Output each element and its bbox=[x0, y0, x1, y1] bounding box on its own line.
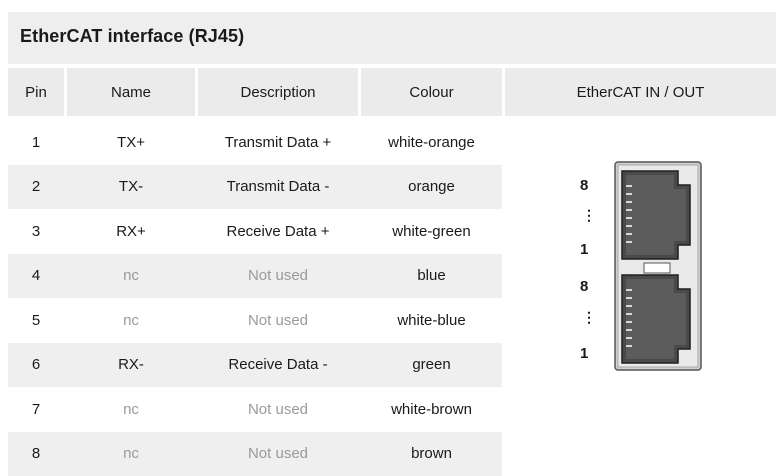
cell-name: nc bbox=[123, 311, 139, 329]
cell-pin: 5 bbox=[31, 311, 41, 329]
lower-port-pin-8-label: 8 bbox=[580, 278, 589, 295]
header-description: Description bbox=[198, 68, 358, 116]
cell-description: Not used bbox=[247, 445, 309, 462]
cell-name: nc bbox=[123, 400, 139, 418]
cell-name: nc bbox=[123, 445, 139, 462]
cell-pin: 3 bbox=[31, 222, 41, 240]
cell-colour: white-blue bbox=[397, 311, 466, 329]
cell-pin: 4 bbox=[31, 267, 41, 284]
table-title-bar: EtherCAT interface (RJ45) bbox=[8, 12, 776, 64]
cell-colour: green bbox=[412, 356, 451, 373]
cell-description: Transmit Data + bbox=[224, 133, 332, 151]
cell-description: Transmit Data - bbox=[226, 178, 330, 195]
cell-pin: 7 bbox=[31, 400, 41, 418]
cell-pin: 8 bbox=[31, 445, 41, 462]
connector-panel: 8 ⋮ 1 8 ⋮ 1 bbox=[506, 119, 776, 476]
lower-port-pin-1-label: 1 bbox=[580, 345, 589, 362]
cell-name: TX- bbox=[118, 178, 144, 195]
header-ethercat-in-out: EtherCAT IN / OUT bbox=[505, 68, 776, 116]
cell-description: Not used bbox=[247, 311, 309, 329]
cell-name: RX+ bbox=[116, 222, 146, 240]
cell-colour: white-green bbox=[392, 222, 471, 240]
cell-description: Not used bbox=[247, 400, 309, 418]
cell-name: TX+ bbox=[117, 133, 145, 151]
header-name: Name bbox=[67, 68, 195, 116]
cell-name: RX- bbox=[118, 356, 144, 373]
upper-port-pin-8-label: 8 bbox=[580, 177, 589, 194]
cell-colour: white-brown bbox=[391, 400, 472, 418]
cell-pin: 1 bbox=[31, 133, 41, 151]
cell-description: Receive Data - bbox=[228, 356, 328, 373]
table-title: EtherCAT interface (RJ45) bbox=[20, 26, 245, 46]
cell-colour: white-orange bbox=[388, 133, 475, 151]
cell-pin: 6 bbox=[31, 356, 41, 373]
cell-colour: orange bbox=[408, 178, 455, 195]
cell-description: Receive Data + bbox=[226, 222, 330, 240]
header-pin: Pin bbox=[8, 68, 64, 116]
header-colour: Colour bbox=[361, 68, 502, 116]
cell-description: Not used bbox=[247, 267, 309, 284]
upper-port-pin-1-label: 1 bbox=[580, 241, 589, 258]
cell-colour: blue bbox=[417, 267, 446, 284]
cell-colour: brown bbox=[411, 445, 452, 462]
upper-port-dots: ⋮ bbox=[582, 207, 596, 223]
lower-port-dots: ⋮ bbox=[582, 309, 596, 325]
rj45-double-port-icon bbox=[614, 161, 702, 371]
cell-name: nc bbox=[123, 267, 139, 284]
cell-pin: 2 bbox=[31, 178, 41, 195]
